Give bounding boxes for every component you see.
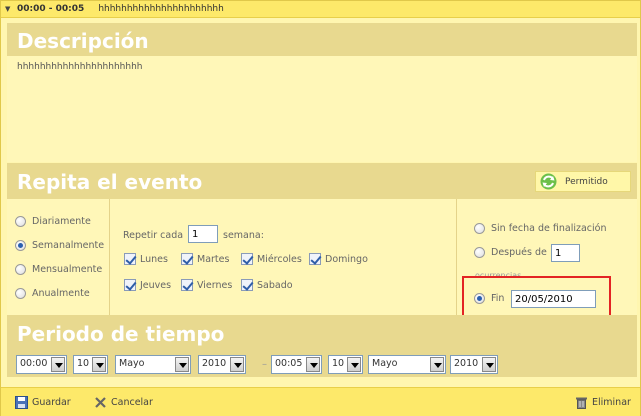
description-text[interactable]: hhhhhhhhhhhhhhhhhhhhhh [7, 56, 637, 162]
start-month-value: Mayo [119, 358, 145, 369]
chevron-down-icon [230, 357, 244, 372]
end-day-value: 10 [332, 358, 345, 369]
refresh-icon [540, 173, 557, 190]
freq-weekly[interactable]: Semanalmente [15, 240, 104, 251]
freq-yearly[interactable]: Anualmente [15, 288, 90, 299]
chevron-down-icon [347, 357, 361, 372]
end-year-value: 2010 [454, 358, 479, 369]
sunday-checkbox[interactable] [309, 253, 321, 265]
permitted-label: Permitido [565, 176, 608, 187]
delete-button[interactable]: Eliminar [575, 396, 631, 409]
tuesday-checkbox[interactable] [181, 253, 193, 265]
event-name: hhhhhhhhhhhhhhhhhhhhhh [98, 4, 224, 14]
repeat-heading: Repita el evento [17, 170, 203, 194]
start-month-select[interactable]: Mayo [115, 355, 191, 374]
start-day-value: 10 [77, 358, 90, 369]
period-body: 00:00 10 Mayo 2010 – 00:05 10 Mayo 2010 [7, 351, 637, 377]
after-count-input[interactable] [551, 244, 580, 262]
titlebar: ▼ 00:00 - 00:05 hhhhhhhhhhhhhhhhhhhhhh [1, 1, 640, 18]
end-time-value: 00:05 [275, 358, 303, 369]
after-label: Después de [491, 247, 547, 258]
chevron-down-icon [92, 357, 106, 372]
chevron-down-icon [306, 357, 320, 372]
freq-monthly[interactable]: Mensualmente [15, 264, 102, 275]
period-heading: Periodo de tiempo [7, 315, 637, 351]
repeat-unit-label: semana: [223, 230, 264, 241]
day-friday[interactable]: Viernes [181, 279, 232, 291]
wednesday-label: Miércoles [257, 253, 302, 265]
save-icon [15, 396, 28, 409]
trash-icon [576, 397, 587, 409]
description-heading: Descripción [7, 23, 637, 56]
radio-after[interactable] [474, 247, 485, 258]
freq-daily-label: Diariamente [32, 216, 91, 227]
monday-label: Lunes [140, 253, 168, 265]
repeat-heading-bar: Repita el evento Permitido [7, 163, 637, 199]
day-sunday[interactable]: Domingo [309, 253, 368, 265]
day-saturday[interactable]: Sabado [241, 279, 293, 291]
freq-weekly-label: Semanalmente [32, 240, 105, 251]
close-icon [95, 397, 106, 408]
save-label: Guardar [32, 397, 71, 408]
chevron-down-icon [430, 357, 444, 372]
end-day-select[interactable]: 10 [328, 355, 363, 374]
repeat-every-label: Repetir cada [123, 230, 184, 241]
footer-toolbar: Guardar Cancelar Eliminar [1, 387, 640, 416]
event-dialog: ▼ 00:00 - 00:05 hhhhhhhhhhhhhhhhhhhhhh D… [0, 0, 641, 416]
end-time-select[interactable]: 00:05 [271, 355, 322, 374]
start-time-value: 00:00 [20, 358, 48, 369]
sunday-label: Domingo [325, 253, 368, 265]
start-time-select[interactable]: 00:00 [16, 355, 67, 374]
thursday-label: Jeuves [140, 279, 172, 291]
chevron-down-icon [51, 357, 65, 372]
wednesday-checkbox[interactable] [241, 253, 253, 265]
repeat-every-input[interactable] [188, 225, 218, 243]
no-end-label: Sin fecha de finalización [491, 223, 607, 234]
start-year-value: 2010 [202, 358, 227, 369]
friday-label: Viernes [197, 279, 233, 291]
radio-no-end[interactable] [474, 223, 485, 234]
end-year-select[interactable]: 2010 [450, 355, 498, 374]
monday-checkbox[interactable] [124, 253, 136, 265]
day-wednesday[interactable]: Miércoles [241, 253, 302, 265]
save-button[interactable]: Guardar [15, 396, 71, 409]
delete-label: Eliminar [592, 397, 631, 408]
weekday-options: Repetir cada semana: Lunes Martes Miérco… [111, 199, 457, 315]
day-tuesday[interactable]: Martes [181, 253, 229, 265]
day-thursday[interactable]: Jeuves [124, 279, 171, 291]
collapse-arrow-icon[interactable]: ▼ [5, 5, 13, 13]
end-after[interactable]: Después de [474, 247, 547, 258]
radio-monthly[interactable] [15, 264, 26, 275]
highlight-box [462, 276, 611, 320]
freq-monthly-label: Mensualmente [32, 264, 103, 275]
period-separator: – [262, 359, 267, 370]
radio-daily[interactable] [15, 216, 26, 227]
tuesday-label: Martes [197, 253, 230, 265]
freq-daily[interactable]: Diariamente [15, 216, 91, 227]
friday-checkbox[interactable] [181, 279, 193, 291]
thursday-checkbox[interactable] [124, 279, 136, 291]
chevron-down-icon [482, 357, 496, 372]
radio-yearly[interactable] [15, 288, 26, 299]
chevron-down-icon [175, 357, 189, 372]
radio-weekly[interactable] [15, 240, 26, 251]
start-year-select[interactable]: 2010 [198, 355, 246, 374]
frequency-options: Diariamente Semanalmente Mensualmente An… [7, 199, 110, 315]
end-month-value: Mayo [372, 358, 398, 369]
end-none[interactable]: Sin fecha de finalización [474, 223, 607, 234]
saturday-checkbox[interactable] [241, 279, 253, 291]
cancel-label: Cancelar [111, 397, 153, 408]
end-month-select[interactable]: Mayo [368, 355, 446, 374]
event-time: 00:00 - 00:05 [17, 4, 85, 14]
start-day-select[interactable]: 10 [73, 355, 108, 374]
cancel-button[interactable]: Cancelar [94, 396, 153, 409]
freq-yearly-label: Anualmente [32, 288, 90, 299]
permitted-button[interactable]: Permitido [535, 171, 631, 192]
saturday-label: Sabado [257, 279, 293, 291]
day-monday[interactable]: Lunes [124, 253, 168, 265]
